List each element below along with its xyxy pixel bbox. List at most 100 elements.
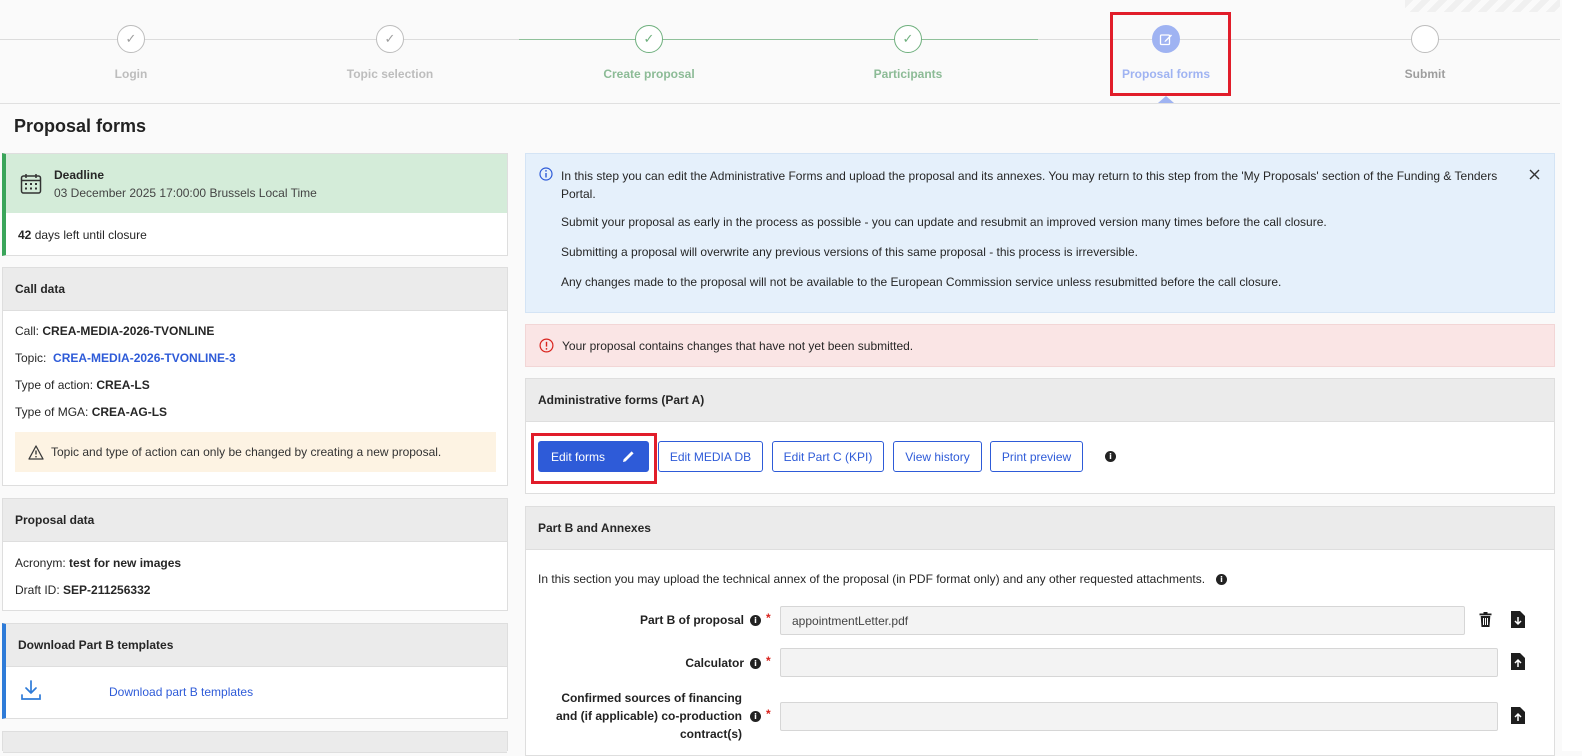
file-upload-icon[interactable] <box>1511 653 1525 670</box>
progress-stepper: ✓ Login ✓ Topic selection ✓ Create propo… <box>0 0 1560 104</box>
check-icon: ✓ <box>376 25 404 53</box>
print-preview-button[interactable]: Print preview <box>990 441 1083 472</box>
part-b-field-label: Part B of proposal <box>639 613 744 627</box>
acronym-label: Acronym: <box>15 556 66 570</box>
step-label: Submit <box>1404 67 1446 81</box>
admin-forms-card: Administrative forms (Part A) <box>525 378 1555 494</box>
part-b-intro-text: In this section you may upload the techn… <box>538 572 1206 586</box>
edit-part-c-button[interactable]: Edit Part C (KPI) <box>772 441 884 472</box>
required-marker: * <box>766 707 771 721</box>
required-marker: * <box>766 654 771 668</box>
highlight-box-edit-forms <box>531 433 657 484</box>
info-icon[interactable]: i <box>750 658 761 669</box>
empty-circle-icon <box>1411 25 1439 53</box>
info-icon[interactable]: i <box>750 711 761 722</box>
info-box: In this step you can edit the Administra… <box>525 153 1555 313</box>
call-data-header: Call data <box>3 268 507 311</box>
info-line-1: In this step you can edit the Administra… <box>561 167 1497 203</box>
info-icon[interactable]: i <box>1216 573 1228 585</box>
financing-label-line-3: contract(s) <box>679 727 742 741</box>
highlight-box-stepper <box>1110 12 1231 96</box>
topic-label: Topic: <box>15 351 47 365</box>
action-label: Type of action: <box>15 378 94 392</box>
part-b-header: Part B and Annexes <box>526 507 1554 550</box>
part-b-intro: In this section you may upload the techn… <box>538 572 1228 586</box>
step-topic-selection[interactable]: ✓ Topic selection <box>270 0 510 81</box>
check-icon: ✓ <box>894 25 922 53</box>
call-value: CREA-MEDIA-2026-TVONLINE <box>42 324 215 338</box>
download-templates-link[interactable]: Download part B templates <box>109 685 253 699</box>
download-templates-header: Download Part B templates <box>6 624 507 667</box>
part-b-file-field[interactable]: appointmentLetter.pdf <box>780 606 1465 635</box>
financing-label-line-1: Confirmed sources of financing <box>561 691 742 705</box>
proposal-data-header: Proposal data <box>3 499 507 542</box>
next-card-partial <box>2 731 508 753</box>
info-circle-icon <box>539 167 553 181</box>
alert-text: Your proposal contains changes that have… <box>562 338 914 353</box>
edit-media-db-button[interactable]: Edit MEDIA DB <box>658 441 763 472</box>
acronym-value: test for new images <box>69 556 182 570</box>
deadline-label: Deadline <box>54 168 105 182</box>
draft-id-value: SEP-211256332 <box>63 583 151 597</box>
next-card-header <box>3 732 507 753</box>
file-upload-icon[interactable] <box>1511 707 1525 724</box>
calendar-icon <box>20 174 42 194</box>
step-label: Participants <box>873 67 943 81</box>
active-step-caret <box>1158 96 1174 103</box>
mga-label: Type of MGA: <box>15 405 89 419</box>
financing-label-line-2: and (if applicable) co-production <box>556 709 742 723</box>
step-label: Topic selection <box>346 67 434 81</box>
mga-value: CREA-AG-LS <box>91 405 168 419</box>
check-icon: ✓ <box>635 25 663 53</box>
step-label: Login <box>114 67 148 81</box>
action-row: Type of action: CREA-LS <box>15 378 150 392</box>
info-icon[interactable]: i <box>1105 451 1116 462</box>
calculator-file-field[interactable] <box>780 648 1498 677</box>
mga-row: Type of MGA: CREA-AG-LS <box>15 405 167 419</box>
top-decoration <box>1405 0 1560 12</box>
deadline-card: Deadline 03 December 2025 17:00:00 Bruss… <box>2 153 508 256</box>
info-line-3: Submitting a proposal will overwrite any… <box>561 245 1138 259</box>
step-participants[interactable]: ✓ Participants <box>788 0 1028 81</box>
info-text-1a: In this step you can edit the Administra… <box>561 169 1498 183</box>
draft-id-label: Draft ID: <box>15 583 60 597</box>
download-templates-card: Download Part B templates Download part … <box>2 623 508 719</box>
file-download-icon[interactable] <box>1511 611 1525 628</box>
step-create-proposal[interactable]: ✓ Create proposal <box>529 0 769 81</box>
warning-text: Topic and type of action can only be cha… <box>51 445 442 459</box>
financing-field-label: Confirmed sources of financing and (if a… <box>540 689 742 743</box>
warning-box: Topic and type of action can only be cha… <box>15 432 496 472</box>
deadline-header: Deadline 03 December 2025 17:00:00 Bruss… <box>6 154 507 213</box>
acronym-row: Acronym: test for new images <box>15 556 181 570</box>
topic-row: Topic: CREA-MEDIA-2026-TVONLINE-3 <box>15 351 236 365</box>
info-line-2: Submit your proposal as early in the pro… <box>561 215 1327 229</box>
unsubmitted-alert: Your proposal contains changes that have… <box>525 324 1555 367</box>
warning-triangle-icon <box>28 444 44 460</box>
financing-file-field[interactable] <box>780 702 1498 731</box>
view-history-button[interactable]: View history <box>893 441 982 472</box>
call-label: Call: <box>15 324 40 338</box>
days-left-text: days left until closure <box>34 228 147 242</box>
step-login[interactable]: ✓ Login <box>11 0 251 81</box>
draft-id-row: Draft ID: SEP-211256332 <box>15 583 150 597</box>
close-icon[interactable] <box>1529 169 1540 180</box>
step-submit[interactable]: Submit <box>1305 0 1545 81</box>
deadline-date: 03 December 2025 17:00:00 Brussels Local… <box>54 186 317 200</box>
days-left: 42 days left until closure <box>18 228 147 242</box>
info-icon[interactable]: i <box>750 615 761 626</box>
days-left-count: 42 <box>18 228 32 242</box>
trash-icon[interactable] <box>1479 612 1492 627</box>
scrollbar-track[interactable] <box>1562 0 1582 751</box>
alert-circle-icon <box>539 338 554 353</box>
info-line-4: Any changes made to the proposal will no… <box>561 275 1282 289</box>
topic-link[interactable]: CREA-MEDIA-2026-TVONLINE-3 <box>53 351 236 365</box>
required-marker: * <box>766 611 771 625</box>
step-label: Create proposal <box>603 67 695 81</box>
check-icon: ✓ <box>117 25 145 53</box>
action-value: CREA-LS <box>96 378 150 392</box>
page-title: Proposal forms <box>14 116 147 136</box>
calculator-field-label: Calculator <box>685 656 744 670</box>
download-icon[interactable] <box>20 679 42 701</box>
info-text-1b: Portal. <box>561 187 596 201</box>
admin-forms-header: Administrative forms (Part A) <box>526 379 1554 422</box>
